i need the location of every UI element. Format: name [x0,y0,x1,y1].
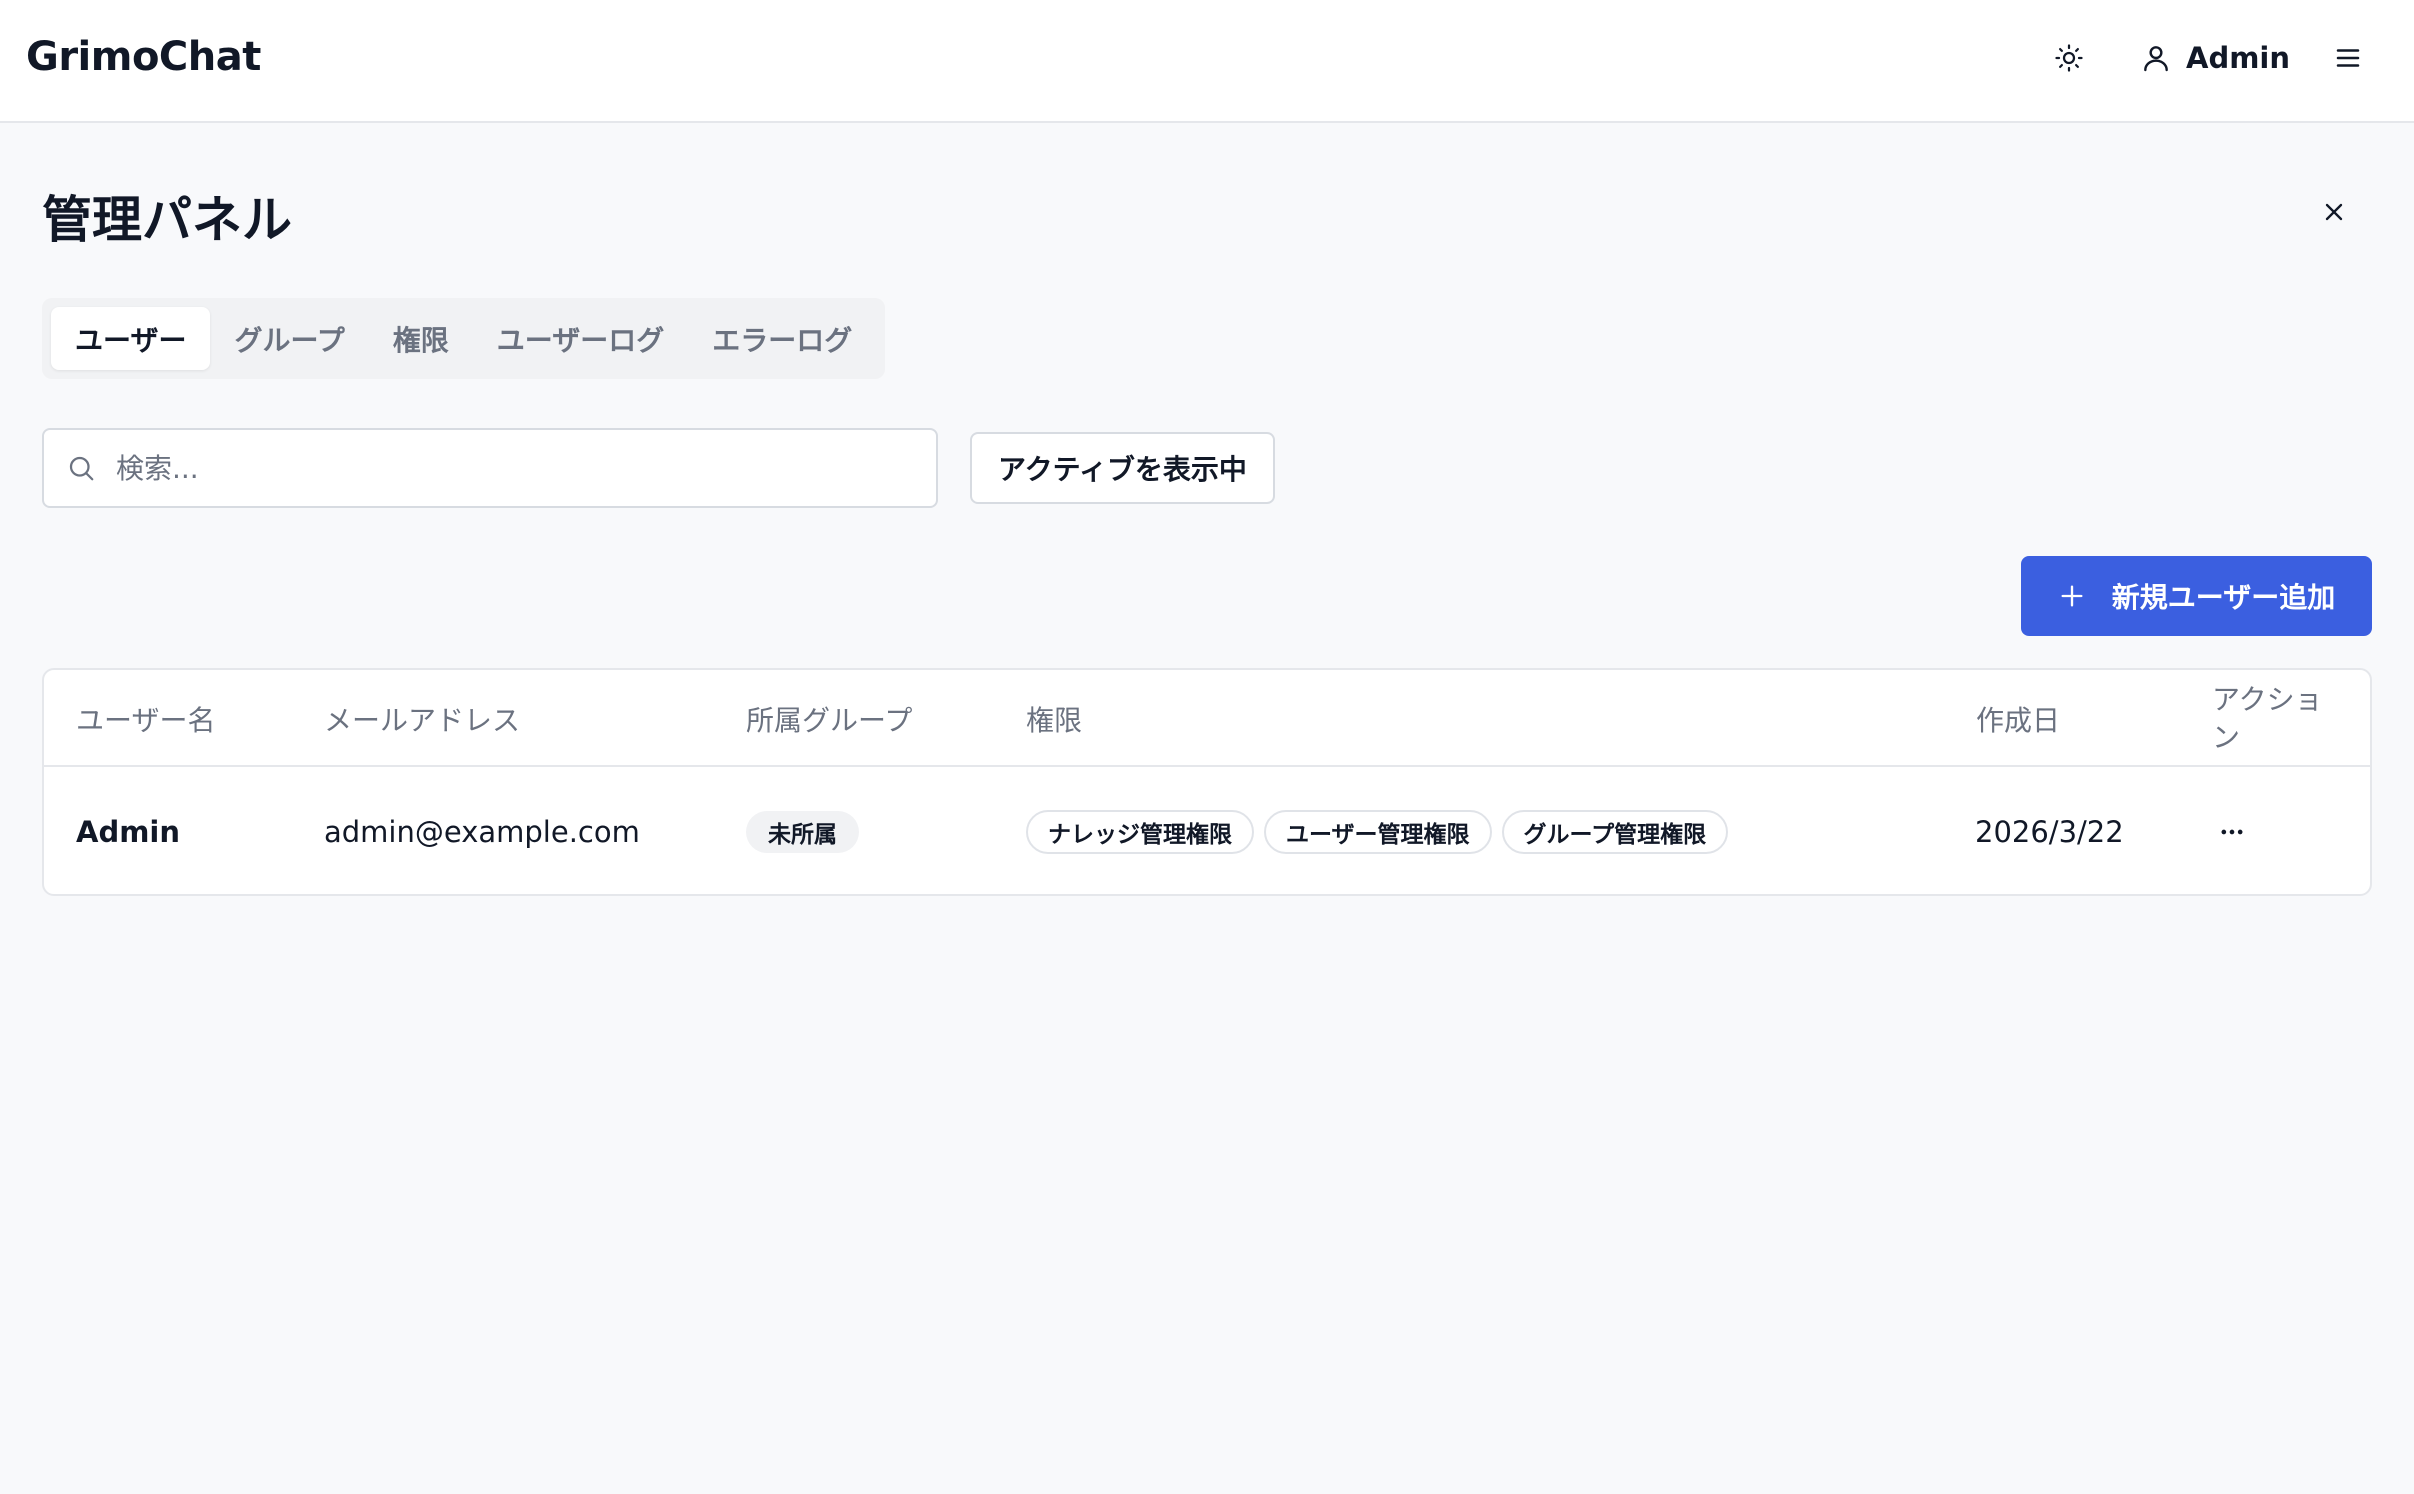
search-input[interactable] [116,451,936,485]
search-box [42,428,938,508]
cell-username: Admin [76,814,181,849]
add-user-button[interactable]: 新規ユーザー追加 [2021,556,2372,636]
active-filter-toggle[interactable]: アクティブを表示中 [970,432,1275,504]
permission-badges: ナレッジ管理権限 ユーザー管理権限 グループ管理権限 [1026,809,1729,854]
cell-group: 未所属 [746,767,859,894]
column-header-username[interactable]: ユーザー名 [76,670,215,767]
column-header-email[interactable]: メールアドレス [324,670,520,767]
page-title: 管理パネル [42,191,292,249]
tab-users[interactable]: ユーザー [51,307,211,370]
app-logo[interactable]: GrimoChat [26,34,261,80]
permission-badge: ユーザー管理権限 [1264,809,1492,854]
user-menu-button[interactable]: Admin [2140,34,2290,82]
top-bar: GrimoChat Admin [0,0,2414,123]
cell-email: admin@example.com [324,814,640,849]
users-table: ユーザー名 メールアドレス 所属グループ 権限 作成日 アクション Admin … [42,668,2372,896]
add-user-label: 新規ユーザー追加 [2111,581,2336,614]
permission-badge: グループ管理権限 [1501,809,1729,854]
permission-badge: ナレッジ管理権限 [1026,809,1254,854]
search-icon [69,456,94,481]
cell-permissions: ナレッジ管理権限 ユーザー管理権限 グループ管理権限 [1026,767,1729,894]
user-name-label: Admin [2186,41,2291,75]
close-icon [2325,203,2343,221]
more-horizontal-icon [2221,829,2243,834]
row-actions-button[interactable] [2208,808,2256,856]
table-header: ユーザー名 メールアドレス 所属グループ 権限 作成日 アクション [44,670,2370,767]
tab-permissions[interactable]: 権限 [369,307,473,370]
table-row[interactable]: Admin admin@example.com 未所属 ナレッジ管理権限 ユーザ… [44,767,2370,894]
cell-created: 2026/3/22 [1975,814,2124,849]
tab-groups[interactable]: グループ [210,307,368,370]
column-header-group[interactable]: 所属グループ [746,670,912,767]
theme-toggle-button[interactable] [2049,38,2089,78]
close-panel-button[interactable] [2312,190,2356,234]
column-header-actions: アクション [2212,682,2323,754]
sun-icon [2055,44,2083,72]
group-badge: 未所属 [746,810,859,853]
menu-button[interactable] [2328,38,2368,78]
column-header-created[interactable]: 作成日 [1976,670,2060,767]
tab-error-logs[interactable]: エラーログ [688,307,876,370]
admin-tabs: ユーザー グループ 権限 ユーザーログ エラーログ [42,298,886,379]
column-header-permissions[interactable]: 権限 [1026,670,1082,767]
cell-actions [2208,767,2256,894]
tab-user-logs[interactable]: ユーザーログ [473,307,688,370]
plus-icon [2061,585,2083,607]
hamburger-menu-icon [2336,49,2360,67]
user-icon [2144,46,2168,72]
